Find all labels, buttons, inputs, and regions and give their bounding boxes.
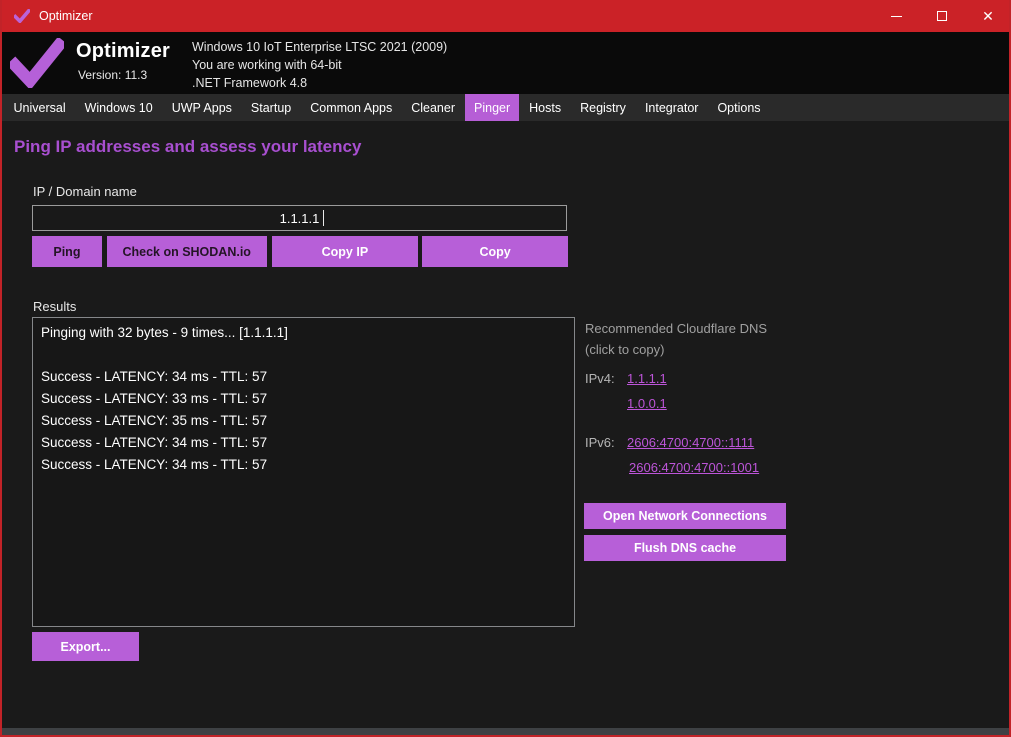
ipv6-link-1[interactable]: 2606:4700:4700::1111 [627, 435, 754, 450]
ip-domain-label: IP / Domain name [33, 184, 137, 199]
tab-registry[interactable]: Registry [571, 94, 635, 121]
maximize-button[interactable] [919, 0, 965, 32]
app-logo-checkmark-icon [10, 38, 64, 93]
tab-cleaner[interactable]: Cleaner [402, 94, 464, 121]
tab-common-apps[interactable]: Common Apps [301, 94, 401, 121]
tab-windows-10[interactable]: Windows 10 [76, 94, 162, 121]
app-version: Version: 11.3 [78, 68, 147, 82]
system-info-dotnet: .NET Framework 4.8 [192, 74, 447, 92]
ipv6-label: IPv6: [585, 435, 615, 450]
pinger-panel: Ping IP addresses and assess your latenc… [2, 121, 1009, 735]
dns-title-line1: Recommended Cloudflare DNS [585, 318, 767, 339]
minimize-button[interactable] [873, 0, 919, 32]
maximize-icon [937, 11, 947, 21]
tab-bar: Universal Windows 10 UWP Apps Startup Co… [2, 94, 1009, 121]
dns-panel-title: Recommended Cloudflare DNS (click to cop… [585, 318, 767, 360]
app-checkmark-icon [14, 9, 30, 23]
tab-integrator[interactable]: Integrator [636, 94, 708, 121]
tab-pinger[interactable]: Pinger [465, 94, 519, 121]
results-line: Success - LATENCY: 34 ms - TTL: 57 [41, 432, 566, 454]
tab-uwp-apps[interactable]: UWP Apps [163, 94, 241, 121]
tab-universal[interactable]: Universal [5, 94, 75, 121]
results-line: Success - LATENCY: 34 ms - TTL: 57 [41, 454, 566, 476]
results-line [41, 344, 566, 366]
text-caret [323, 210, 324, 226]
results-line: Success - LATENCY: 35 ms - TTL: 57 [41, 410, 566, 432]
tab-startup[interactable]: Startup [242, 94, 300, 121]
caption-buttons: ✕ [873, 0, 1011, 32]
ipv4-label: IPv4: [585, 371, 615, 386]
ipv4-link-1[interactable]: 1.1.1.1 [627, 371, 667, 386]
ip-domain-input[interactable] [32, 205, 567, 231]
tab-options[interactable]: Options [708, 94, 769, 121]
dns-title-line2: (click to copy) [585, 339, 767, 360]
results-label: Results [33, 299, 76, 314]
copy-button[interactable]: Copy [422, 236, 568, 267]
results-line: Pinging with 32 bytes - 9 times... [1.1.… [41, 322, 566, 344]
ipv4-link-2[interactable]: 1.0.0.1 [627, 396, 667, 411]
ip-input-wrap [32, 205, 567, 231]
ipv6-link-2[interactable]: 2606:4700:4700::1001 [629, 460, 759, 475]
system-info: Windows 10 IoT Enterprise LTSC 2021 (200… [192, 38, 447, 92]
copy-ip-button[interactable]: Copy IP [272, 236, 419, 267]
close-icon: ✕ [982, 9, 994, 23]
results-line: Success - LATENCY: 33 ms - TTL: 57 [41, 388, 566, 410]
flush-dns-cache-button[interactable]: Flush DNS cache [584, 535, 786, 561]
titlebar: Optimizer ✕ [0, 0, 1011, 32]
system-info-arch: You are working with 64-bit [192, 56, 447, 74]
results-textbox[interactable]: Pinging with 32 bytes - 9 times... [1.1.… [32, 317, 575, 627]
tab-hosts[interactable]: Hosts [520, 94, 570, 121]
ping-button[interactable]: Ping [32, 236, 102, 267]
page-title: Ping IP addresses and assess your latenc… [14, 137, 361, 157]
open-network-connections-button[interactable]: Open Network Connections [584, 503, 786, 529]
system-info-os: Windows 10 IoT Enterprise LTSC 2021 (200… [192, 38, 447, 56]
close-button[interactable]: ✕ [965, 0, 1011, 32]
window-title: Optimizer [39, 9, 92, 23]
optimizer-window: Optimizer ✕ Optimizer Version: 11.3 Wind… [0, 0, 1011, 737]
window-resize-strip [2, 728, 1009, 735]
export-button[interactable]: Export... [32, 632, 139, 661]
minimize-icon [891, 16, 902, 17]
app-header: Optimizer Version: 11.3 Windows 10 IoT E… [2, 32, 1009, 94]
results-line: Success - LATENCY: 34 ms - TTL: 57 [41, 366, 566, 388]
app-name: Optimizer [76, 40, 170, 63]
check-shodan-button[interactable]: Check on SHODAN.io [107, 236, 267, 267]
action-button-row: Ping Check on SHODAN.io Copy IP Copy [32, 236, 568, 267]
